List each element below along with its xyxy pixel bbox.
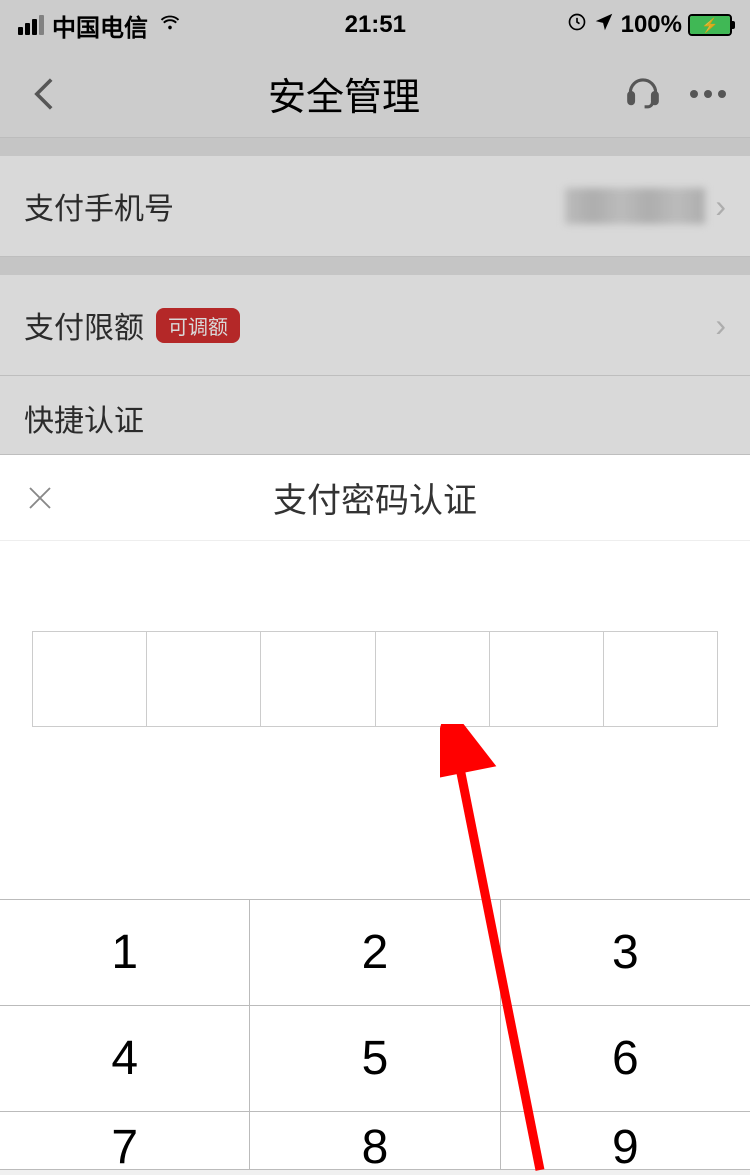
key-2[interactable]: 2 <box>250 900 500 1006</box>
list-item-limit[interactable]: 支付限额 可调额 › <box>0 275 750 376</box>
nav-header: 安全管理 <box>0 50 750 138</box>
limit-badge: 可调额 <box>156 308 240 343</box>
signal-icon <box>18 15 44 35</box>
key-8[interactable]: 8 <box>250 1112 500 1170</box>
key-4[interactable]: 4 <box>0 1006 250 1112</box>
numeric-keypad: 1 2 3 4 5 6 7 8 9 <box>0 899 750 1170</box>
key-9[interactable]: 9 <box>501 1112 750 1170</box>
status-bar: 中国电信 21:51 100% ⚡ <box>0 0 750 50</box>
pin-box-4 <box>376 632 490 726</box>
key-5[interactable]: 5 <box>250 1006 500 1112</box>
pin-box-6 <box>604 632 717 726</box>
battery-icon: ⚡ <box>688 14 732 36</box>
carrier-label: 中国电信 <box>52 8 148 43</box>
key-3[interactable]: 3 <box>501 900 750 1006</box>
key-6[interactable]: 6 <box>501 1006 750 1112</box>
wifi-icon <box>156 11 184 40</box>
password-modal: 支付密码认证 1 2 3 4 5 6 7 8 9 <box>0 455 750 1170</box>
chevron-right-icon: › <box>715 188 726 225</box>
limit-label: 支付限额 <box>24 303 144 347</box>
battery-percent: 100% <box>621 11 682 39</box>
pin-box-1 <box>33 632 147 726</box>
lock-icon <box>567 11 587 39</box>
pin-box-5 <box>490 632 604 726</box>
page-title: 安全管理 <box>268 66 420 121</box>
phone-value-redacted <box>565 188 705 224</box>
chevron-right-icon: › <box>715 307 726 344</box>
pin-input[interactable] <box>32 631 718 727</box>
modal-title: 支付密码认证 <box>273 473 477 522</box>
close-button[interactable] <box>20 478 60 518</box>
key-7[interactable]: 7 <box>0 1112 250 1170</box>
status-time: 21:51 <box>345 11 406 39</box>
back-button[interactable] <box>24 74 64 114</box>
pin-box-3 <box>261 632 375 726</box>
quick-auth-header: 快捷认证 <box>0 376 750 455</box>
more-icon[interactable] <box>690 90 726 98</box>
phone-label: 支付手机号 <box>24 184 174 228</box>
pin-box-2 <box>147 632 261 726</box>
key-1[interactable]: 1 <box>0 900 250 1006</box>
headset-icon[interactable] <box>624 72 662 115</box>
location-icon <box>593 11 615 40</box>
list-item-phone[interactable]: 支付手机号 › <box>0 156 750 257</box>
